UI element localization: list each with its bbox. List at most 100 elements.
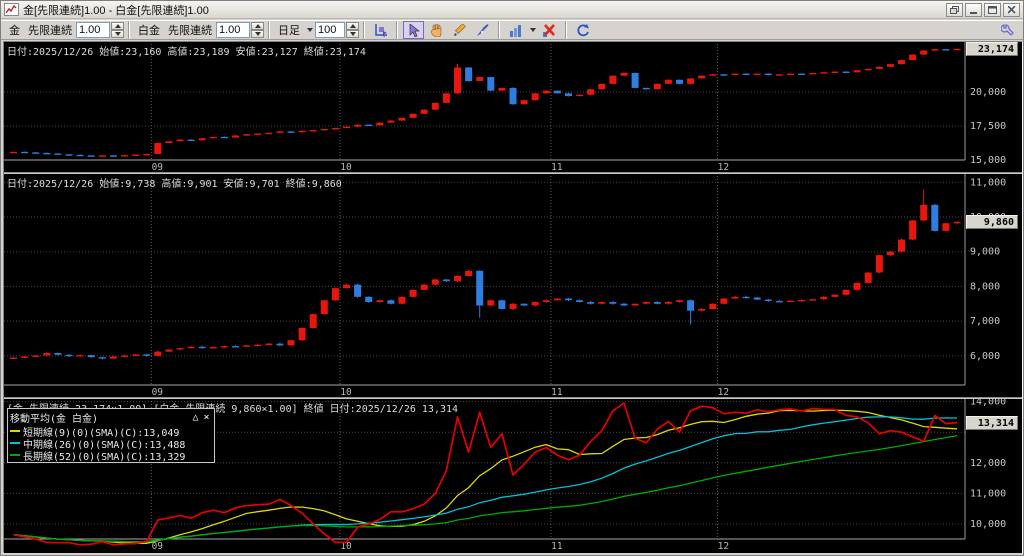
- instrument1-name-label: 金: [9, 25, 20, 37]
- y-axis-tick-label: 17,500: [970, 121, 1006, 132]
- y-axis-tick-label: 7,000: [970, 316, 1000, 327]
- maximize-button[interactable]: [984, 2, 1001, 17]
- hand-icon: [431, 23, 442, 37]
- bar-chart-icon: [510, 24, 521, 37]
- y-axis-labels-group: 20,000 17,500 15,000: [970, 87, 1006, 166]
- long-ma-color-swatch: [10, 454, 20, 456]
- platinum-ohlc-info: 日付:2025/12/26 始値:9,738 高値:9,901 安値:9,701…: [7, 179, 342, 190]
- spin-down-icon[interactable]: [346, 30, 359, 38]
- chevron-down-icon: [529, 28, 536, 32]
- month-axis-label: 12: [718, 541, 729, 552]
- instrument1-multiplier-input[interactable]: 1.00: [76, 22, 110, 38]
- gold-last-price-badge: 23,174: [966, 42, 1018, 56]
- gold-price-panel[interactable]: 09 10 11 12 20,000 17,500 15,000 日付:2025/12/26…: [4, 42, 1022, 172]
- platinum-candlestick-chart[interactable]: 0910111211,00010,0009,0008,0007,0006,000: [4, 174, 1022, 397]
- short-ma-color-swatch: [10, 430, 20, 432]
- legend-row-long: 長期線(52)(0)(SMA)(C):13,329: [10, 449, 212, 463]
- close-button[interactable]: [1003, 2, 1020, 17]
- instrument2-name-label: 白金: [138, 25, 160, 37]
- main-toolbar: 金 先限連続 1.00 白金 先限連続 1.00 日足 100: [1, 20, 1023, 40]
- y-axis-tick-label: 10,000: [970, 519, 1006, 530]
- spin-down-icon[interactable]: [251, 30, 264, 38]
- candles-group: [10, 48, 961, 157]
- y-axis-labels-group: 11,00010,0009,0008,0007,0006,000: [970, 177, 1006, 361]
- pan-tool-button[interactable]: [426, 21, 447, 39]
- panel-separator[interactable]: [4, 172, 1022, 174]
- y-axis-tick-label: 6,000: [970, 351, 1000, 362]
- chart-area: 09 10 11 12 20,000 17,500 15,000 日付:2025/12/26…: [3, 41, 1023, 553]
- toolbar-separator: [128, 21, 130, 39]
- month-axis-label: 10: [340, 162, 352, 172]
- candles-group: [10, 189, 961, 360]
- pen-nib-icon: [476, 23, 488, 36]
- wrench-icon: [1001, 23, 1014, 36]
- y-axis-tick-label: 12,000: [970, 458, 1006, 469]
- period-dropdown-button[interactable]: [304, 21, 315, 39]
- minimize-button[interactable]: [965, 2, 982, 17]
- legend-collapse-button[interactable]: △: [190, 412, 201, 423]
- platinum-last-price-badge: 9,860: [966, 215, 1018, 229]
- month-axis-label: 09: [152, 387, 164, 397]
- gold-candlestick-chart[interactable]: 09 10 11 12 20,000 17,500 15,000: [4, 42, 1022, 172]
- y-axis-tick-label: 11,000: [970, 488, 1006, 499]
- select-tool-button[interactable]: [403, 21, 424, 39]
- spin-up-icon[interactable]: [111, 22, 124, 30]
- pencil-icon: [454, 23, 466, 36]
- bar-count-spinner: 100: [315, 22, 359, 38]
- axis-crosshair-icon: [374, 24, 387, 37]
- clear-chart-button[interactable]: [539, 21, 560, 39]
- chart-type-dropdown-button[interactable]: [527, 21, 538, 39]
- instrument2-multiplier-input[interactable]: 1.00: [216, 22, 250, 38]
- panel-separator[interactable]: [4, 397, 1022, 399]
- bar-count-input[interactable]: 100: [315, 22, 345, 38]
- instrument2-series-label: 先限連続: [168, 25, 212, 37]
- bar-count-spin-buttons: [346, 22, 359, 38]
- float-window-button[interactable]: [946, 2, 963, 17]
- instrument1-spin-buttons: [111, 22, 124, 38]
- refresh-button[interactable]: [572, 21, 593, 39]
- instrument1-series-label: 先限連続: [28, 25, 72, 37]
- chevron-down-icon: [306, 28, 313, 32]
- settings-button[interactable]: [997, 21, 1018, 39]
- spin-up-icon[interactable]: [346, 22, 359, 30]
- crosshair-tool-button[interactable]: [370, 21, 391, 39]
- cascade-icon: [950, 5, 959, 14]
- y-axis-tick-label: 20,000: [970, 87, 1006, 98]
- spin-up-icon[interactable]: [251, 22, 264, 30]
- y-axis-tick-label: 15,000: [970, 155, 1006, 166]
- month-axis-label: 09: [152, 541, 164, 552]
- instrument2-multiplier-spinner: 1.00: [216, 22, 264, 38]
- month-axis-label: 12: [718, 162, 729, 172]
- platinum-price-panel[interactable]: 0910111211,00010,0009,0008,0007,0006,000…: [4, 174, 1022, 397]
- toolbar-separator: [498, 21, 500, 39]
- month-axis-label: 11: [551, 387, 563, 397]
- toolbar-separator: [363, 21, 365, 39]
- window-title: 金[先限連続]1.00 - 白金[先限連続]1.00: [23, 4, 209, 17]
- cursor-arrow-icon: [409, 23, 420, 37]
- chart-type-button[interactable]: [505, 21, 526, 39]
- gridlines-group: 09 10 11 12: [4, 42, 966, 172]
- month-axis-label: 09: [152, 162, 164, 172]
- instrument1-multiplier-spinner: 1.00: [76, 22, 124, 38]
- toolbar-separator: [268, 21, 270, 39]
- toolbar-separator: [565, 21, 567, 39]
- legend-close-button[interactable]: ×: [201, 412, 212, 423]
- moving-average-legend[interactable]: 移動平均(金 白金) △ × 短期線(9)(0)(SMA)(C):13,049 …: [7, 408, 215, 463]
- title-bar[interactable]: 金[先限連続]1.00 - 白金[先限連続]1.00: [1, 1, 1023, 19]
- y-axis-tick-label: 9,000: [970, 247, 1000, 258]
- annotate-tool-button[interactable]: [472, 21, 493, 39]
- draw-tool-button[interactable]: [449, 21, 470, 39]
- long-ma-label: 長期線(52)(0)(SMA)(C):13,329: [23, 451, 186, 463]
- gold-ohlc-info: 日付:2025/12/26 始値:23,160 高値:23,189 安値:23,…: [7, 47, 366, 58]
- minimize-icon: [969, 11, 977, 14]
- chart-window: 金[先限連続]1.00 - 白金[先限連続]1.00 金 先限連続 1.00 白…: [0, 0, 1024, 556]
- spin-down-icon[interactable]: [111, 30, 124, 38]
- refresh-icon: [576, 23, 589, 36]
- month-axis-label: 11: [551, 541, 563, 552]
- toolbar-separator: [396, 21, 398, 39]
- instrument2-spin-buttons: [251, 22, 264, 38]
- delete-x-icon: [543, 23, 555, 37]
- month-axis-label: 10: [340, 387, 352, 397]
- close-icon: [1007, 5, 1016, 14]
- month-axis-label: 12: [718, 387, 729, 397]
